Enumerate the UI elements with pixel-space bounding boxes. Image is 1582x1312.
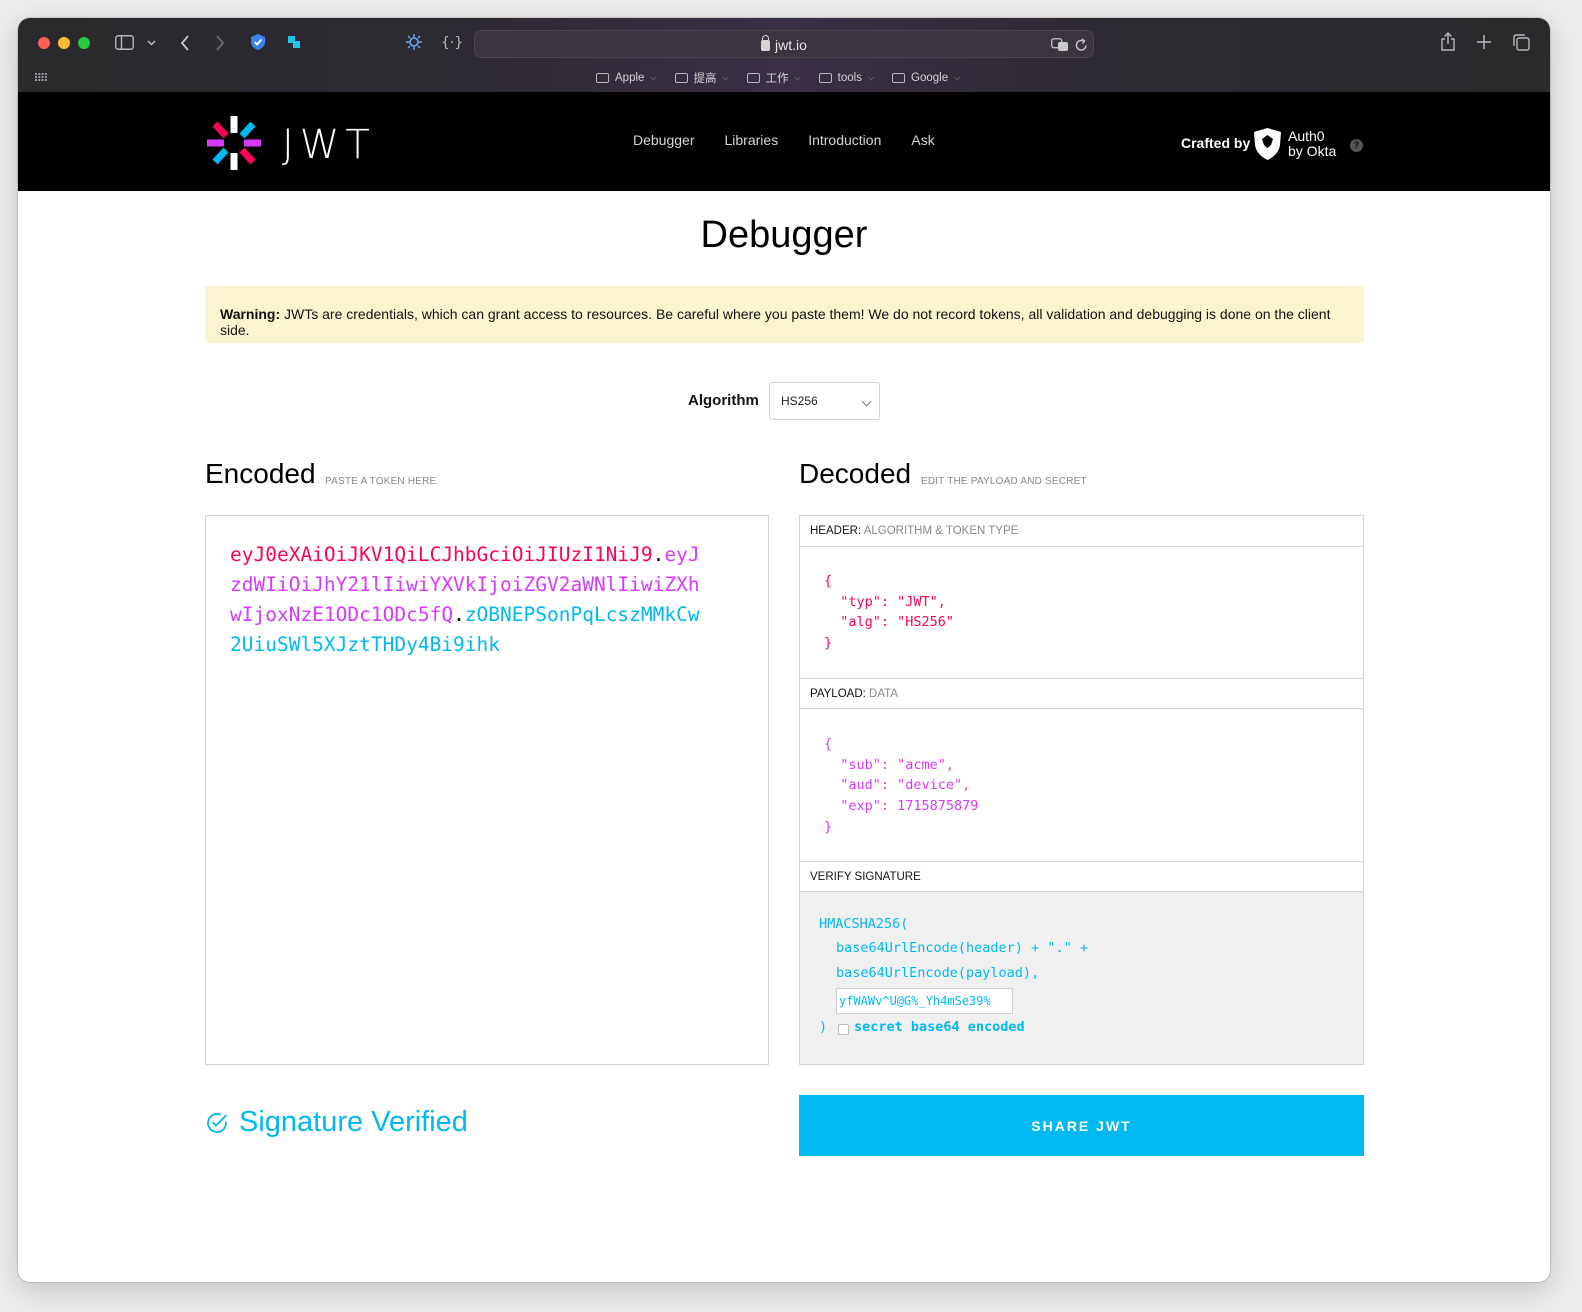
decoded-panel: HEADER: ALGORITHM & TOKEN TYPE { "typ": … — [799, 515, 1364, 1065]
bookmark-folder[interactable]: 提高 ⌵ — [674, 70, 729, 86]
sig-close-paren: ) — [819, 1019, 828, 1035]
signature-verified-text: Signature Verified — [239, 1106, 468, 1138]
main-nav: Debugger Libraries Introduction Ask — [633, 132, 935, 148]
auth0-logo-text[interactable]: Auth0 by Okta — [1288, 129, 1336, 159]
token-header-part: eyJ0eXAiOiJKV1QiLCJhbGciOiJIUzI1NiJ9 — [230, 543, 653, 566]
sig-function: HMACSHA256( — [819, 916, 909, 932]
verify-signature-area: HMACSHA256( base64UrlEncode(header) + ".… — [800, 892, 1363, 1064]
sig-header-expr: base64UrlEncode(header) + "." + — [836, 940, 1088, 956]
bookmark-folder[interactable]: 工作 ⌵ — [746, 70, 801, 86]
minimize-window-button[interactable] — [58, 37, 70, 49]
folder-icon — [746, 73, 760, 83]
bug-icon[interactable] — [405, 33, 423, 51]
browser-window: {·} jwt.io Apple ⌵ 提高 ⌵ 工作 ⌵ tools ⌵ Goo… — [18, 18, 1550, 1282]
help-icon[interactable]: ? — [1350, 139, 1363, 152]
back-icon[interactable] — [180, 35, 190, 51]
payload-section-label: PAYLOAD: DATA — [800, 678, 1363, 709]
bookmark-folder[interactable]: Google ⌵ — [892, 70, 960, 86]
token-separator: . — [652, 543, 665, 566]
signature-status: Signature Verified — [205, 1106, 468, 1139]
bookmark-folder[interactable]: tools ⌵ — [818, 70, 875, 86]
lock-icon — [761, 35, 771, 51]
nav-libraries[interactable]: Libraries — [725, 132, 779, 148]
encoded-token-editor[interactable]: eyJ0eXAiOiJKV1QiLCJhbGciOiJIUzI1NiJ9.eyJ… — [205, 515, 769, 1065]
token-separator: . — [453, 603, 465, 626]
sidebar-icon[interactable] — [115, 35, 134, 50]
header-section-label: HEADER: ALGORITHM & TOKEN TYPE — [800, 516, 1363, 547]
crafted-by-label: Crafted by — [1181, 135, 1251, 151]
folder-icon — [892, 73, 906, 83]
share-jwt-button[interactable]: SHARE JWT — [799, 1095, 1364, 1156]
chevron-down-icon: ⌵ — [722, 73, 729, 82]
close-window-button[interactable] — [38, 37, 50, 49]
verify-section-label: VERIFY SIGNATURE — [800, 861, 1363, 892]
chevron-down-icon — [861, 396, 872, 407]
jwt-logo-text[interactable]: JWT — [282, 122, 376, 168]
site-header: JWT Debugger Libraries Introduction Ask … — [18, 92, 1550, 191]
bookmark-folder[interactable]: Apple ⌵ — [596, 70, 657, 86]
nav-debugger[interactable]: Debugger — [633, 132, 695, 148]
tab-overview-icon[interactable] — [1513, 34, 1530, 51]
folder-icon — [596, 73, 609, 83]
chevron-down-icon: ⌵ — [650, 73, 657, 82]
chevron-down-icon: ⌵ — [954, 73, 961, 82]
nav-ask[interactable]: Ask — [911, 132, 934, 148]
extension-icon[interactable] — [285, 33, 303, 51]
decoded-title: Decoded — [799, 458, 912, 489]
header-json-editor[interactable]: { "typ": "JWT", "alg": "HS256" } — [824, 571, 954, 654]
nav-introduction[interactable]: Introduction — [808, 132, 881, 148]
auth0-shield-icon[interactable] — [1254, 128, 1281, 160]
shield-check-extension-icon[interactable] — [249, 33, 267, 51]
algorithm-selected-value: HS256 — [781, 394, 818, 408]
chevron-down-icon: ⌵ — [867, 73, 875, 82]
encoded-token[interactable]: eyJ0eXAiOiJKV1QiLCJhbGciOiJIUzI1NiJ9.eyJ… — [230, 540, 700, 660]
browser-toolbar: {·} jwt.io Apple ⌵ 提高 ⌵ 工作 ⌵ tools ⌵ Goo… — [18, 18, 1550, 92]
secret-base64-label[interactable]: secret base64 encoded — [854, 1019, 1025, 1035]
payload-json-editor[interactable]: { "sub": "acme", "aud": "device", "exp":… — [824, 734, 978, 838]
page-title: Debugger — [700, 214, 868, 256]
translate-icon[interactable] — [1051, 38, 1069, 52]
encoded-title: Encoded — [205, 458, 316, 489]
check-circle-icon — [207, 1112, 228, 1133]
bookmarks-bar: Apple ⌵ 提高 ⌵ 工作 ⌵ tools ⌵ Google ⌵ — [596, 70, 960, 86]
warning-banner: Warning: JWTs are credentials, which can… — [205, 286, 1364, 343]
sig-payload-expr: base64UrlEncode(payload), — [836, 965, 1040, 981]
apps-grid-icon[interactable] — [35, 73, 47, 81]
folder-icon — [674, 73, 688, 83]
chevron-down-icon[interactable] — [147, 40, 156, 46]
address-text: jwt.io — [475, 35, 1093, 53]
chevron-down-icon: ⌵ — [794, 73, 801, 82]
decoded-subtitle: EDIT THE PAYLOAD AND SECRET — [921, 476, 1087, 487]
secret-input[interactable]: yfWAWv^U@G%_Yh4mSe39% — [836, 988, 1013, 1014]
zoom-window-button[interactable] — [78, 37, 90, 49]
algorithm-select[interactable]: HS256 — [769, 382, 880, 420]
address-bar[interactable]: jwt.io — [474, 30, 1094, 58]
forward-icon[interactable] — [215, 35, 225, 51]
new-tab-icon[interactable] — [1477, 35, 1491, 49]
encoded-subtitle: PASTE A TOKEN HERE — [325, 476, 437, 487]
jwt-logo-icon[interactable] — [204, 113, 264, 173]
json-braces-icon[interactable]: {·} — [441, 35, 463, 51]
secret-base64-checkbox[interactable] — [838, 1024, 849, 1035]
reload-icon[interactable] — [1075, 38, 1088, 52]
folder-icon — [818, 73, 832, 83]
algorithm-label: Algorithm — [688, 392, 759, 409]
share-icon[interactable] — [1440, 32, 1456, 51]
